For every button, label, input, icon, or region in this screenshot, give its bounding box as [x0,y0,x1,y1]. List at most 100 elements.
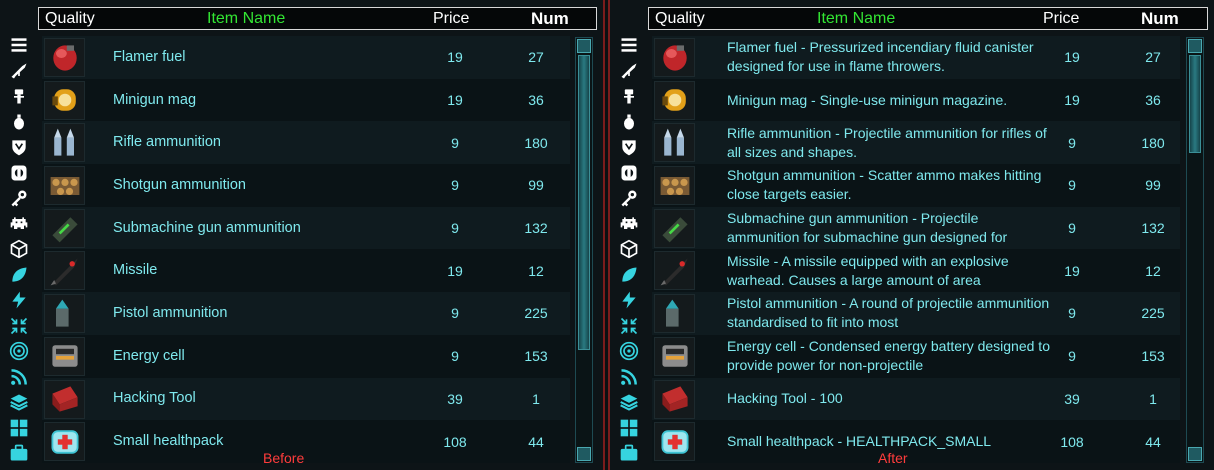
header-quality[interactable]: Quality [655,10,705,28]
item-row[interactable]: Submachine gun ammunition - Projectile a… [652,206,1180,250]
scroll-thumb[interactable] [1189,55,1201,153]
layers-icon[interactable] [7,390,31,414]
invader-icon[interactable] [617,212,641,236]
lightning-icon[interactable] [617,288,641,312]
item-name: Flamer fuel - Pressurized incendiary flu… [727,39,1034,75]
scroll-up-button[interactable] [577,39,591,53]
shield-icon[interactable] [7,135,31,159]
armor-icon[interactable] [617,161,641,185]
item-num: 36 [528,92,544,109]
item-price: 108 [1060,433,1084,450]
item-name: Shotgun ammunition [113,176,246,193]
item-row[interactable]: Shotgun ammunition 9 99 [42,164,570,207]
menu-icon[interactable] [617,33,641,57]
target-icon[interactable] [7,339,31,363]
box-icon[interactable] [7,237,31,261]
item-row[interactable]: Small healthpack - HEALTHPACK_SMALL 108 44 [652,420,1180,463]
item-name: Flamer fuel [113,48,186,65]
header-num[interactable]: Num [531,9,569,29]
collapse-icon[interactable] [7,314,31,338]
header-item-name[interactable]: Item Name [207,10,285,28]
header-num[interactable]: Num [1141,9,1179,29]
scroll-thumb[interactable] [578,55,590,350]
target-icon[interactable] [617,339,641,363]
layers-icon[interactable] [617,390,641,414]
lightning-icon[interactable] [7,288,31,312]
grid-icon[interactable] [617,416,641,440]
item-row[interactable]: Minigun mag - Single-use minigun magazin… [652,78,1180,122]
item-price: 9 [1068,220,1076,237]
item-row[interactable]: Pistol ammunition - A round of projectil… [652,292,1180,335]
torch-icon[interactable] [7,84,31,108]
minigun-mag-icon [654,80,695,120]
item-row[interactable]: Energy cell - Condensed energy battery d… [652,334,1180,378]
rifle-icon[interactable] [7,59,31,83]
item-num: 225 [1141,305,1165,322]
wifi-icon[interactable] [617,365,641,389]
header-item-name[interactable]: Item Name [817,10,895,28]
item-row[interactable]: Flamer fuel - Pressurized incendiary flu… [652,36,1180,79]
pistol-ammo-icon [44,294,85,334]
scrollbar[interactable] [575,37,593,463]
item-num: 12 [1145,262,1161,279]
item-row[interactable]: Submachine gun ammunition 9 132 [42,206,570,250]
fuel-canister-icon [654,38,695,77]
scroll-down-button[interactable] [1188,447,1202,461]
rifle-icon[interactable] [617,59,641,83]
armor-icon[interactable] [7,161,31,185]
hacking-tool-icon [44,379,85,419]
item-row[interactable]: Energy cell 9 153 [42,334,570,378]
item-row[interactable]: Missile - A missile equipped with an exp… [652,249,1180,293]
item-row[interactable]: Flamer fuel 19 27 [42,36,570,79]
key-icon[interactable] [617,186,641,210]
box-icon[interactable] [617,237,641,261]
header-price[interactable]: Price [433,10,469,28]
header-price[interactable]: Price [1043,10,1079,28]
item-row[interactable]: Shotgun ammunition - Scatter ammo makes … [652,164,1180,207]
item-row[interactable]: Rifle ammunition 9 180 [42,121,570,165]
scroll-down-button[interactable] [577,447,591,461]
item-row[interactable]: Minigun mag 19 36 [42,78,570,122]
item-price: 19 [447,262,463,279]
item-row[interactable]: Missile 19 12 [42,249,570,293]
item-name: Pistol ammunition - A round of projectil… [727,295,1050,331]
key-icon[interactable] [7,186,31,210]
item-row[interactable]: Pistol ammunition 9 225 [42,292,570,335]
item-name: Hacking Tool [113,390,196,407]
item-row[interactable]: Rifle ammunition - Projectile ammunition… [652,121,1180,165]
scrollbar[interactable] [1186,37,1204,463]
item-name: Shotgun ammunition - Scatter ammo makes … [727,167,1042,203]
briefcase-icon[interactable] [7,441,31,465]
item-price: 39 [1064,390,1080,407]
item-row[interactable]: Hacking Tool - 100 39 1 [652,377,1180,421]
hacking-tool-icon [654,379,695,419]
briefcase-icon[interactable] [617,441,641,465]
item-num: 27 [1145,49,1161,66]
item-price: 19 [447,49,463,66]
after-panel: Quality Item Name Price Num Flamer fuel … [608,0,1214,470]
item-name: Energy cell - Condensed energy battery d… [727,338,1050,374]
menu-icon[interactable] [7,33,31,57]
item-num: 132 [524,220,548,237]
leaf-icon[interactable] [7,263,31,287]
shield-icon[interactable] [617,135,641,159]
header-quality[interactable]: Quality [45,10,95,28]
category-sidebar [614,33,644,465]
item-price: 9 [451,134,459,151]
grid-icon[interactable] [7,416,31,440]
collapse-icon[interactable] [617,314,641,338]
invader-icon[interactable] [7,212,31,236]
item-row[interactable]: Hacking Tool 39 1 [42,377,570,421]
item-num: 12 [528,262,544,279]
torch-icon[interactable] [617,84,641,108]
item-num: 153 [524,348,548,365]
item-num: 225 [524,305,548,322]
wifi-icon[interactable] [7,365,31,389]
item-list: Flamer fuel - Pressurized incendiary flu… [652,36,1180,463]
grenade-icon[interactable] [7,110,31,134]
grenade-icon[interactable] [617,110,641,134]
item-name: Missile [113,262,158,279]
scroll-up-button[interactable] [1188,39,1202,53]
leaf-icon[interactable] [617,263,641,287]
item-row[interactable]: Small healthpack 108 44 [42,420,570,463]
